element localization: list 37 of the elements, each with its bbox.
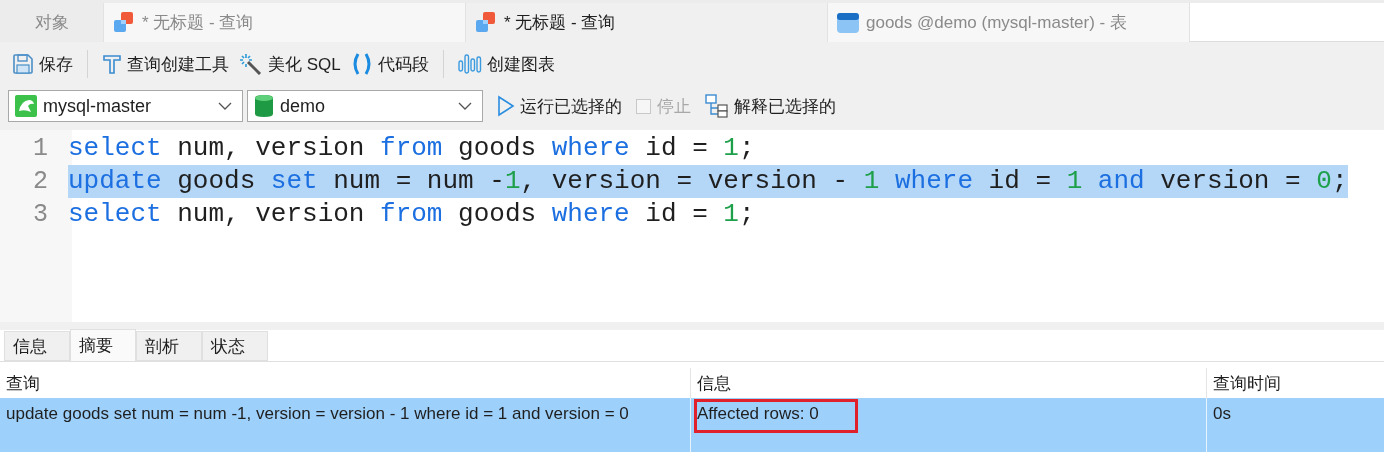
result-tab[interactable]: 信息 <box>4 331 70 361</box>
table-cell: Affected rows: 0 <box>697 402 855 430</box>
result-tab[interactable]: 剖析 <box>136 331 202 361</box>
dolphin-icon <box>15 95 37 117</box>
play-icon <box>497 95 515 117</box>
line-number: 2 <box>32 167 49 196</box>
toolbar-button[interactable]: 查询创建工具 <box>98 49 233 79</box>
explain-button[interactable]: 解释已选择的 <box>701 91 840 121</box>
caret-icon <box>458 102 472 110</box>
bar-chart-icon <box>457 53 482 75</box>
query-icon <box>112 10 136 35</box>
line-number: 1 <box>32 134 49 163</box>
code-line: select num, version from goods where id = 1; <box>68 132 755 165</box>
flowchart-icon <box>705 94 729 118</box>
query-icon <box>474 10 498 35</box>
toolbar-button[interactable]: 代码段 <box>346 49 433 79</box>
code-line: select num, version from goods where id = 1; <box>68 198 755 231</box>
table-cell-text: update goods set num = num -1, version = version - 1 where id = 1 and version = 0 <box>6 403 629 425</box>
toolbar-button[interactable]: 美化 SQL <box>235 49 345 79</box>
toolbar-button[interactable]: 创建图表 <box>453 49 559 79</box>
result-row[interactable]: update goods set num = num -1, version = version - 1 where id = 1 and version = 0 Affected rows: 0 0s <box>0 398 1384 452</box>
result-tab[interactable]: 状态 <box>202 331 268 361</box>
sql-editor[interactable]: 1 select num, version from goods where id = 1; 2 update goods set num = num -1, version = version - 1 where id = 1 and version = 0; 3 select num, version from goods where id = 1; <box>0 130 1384 322</box>
magic-wand-icon <box>239 53 263 75</box>
table-cell-text: 0s <box>1213 403 1231 425</box>
caret-icon <box>218 102 232 110</box>
run-button[interactable]: 运行已选择的 <box>493 91 626 121</box>
document-tab[interactable]: * 无标题 - 查询 <box>466 3 828 42</box>
result-tab[interactable]: 摘要 <box>70 329 136 361</box>
connection-dropdown[interactable]: mysql-master <box>8 90 243 122</box>
line-number: 3 <box>32 200 49 229</box>
table-icon <box>836 10 860 35</box>
database-icon <box>254 94 274 118</box>
column-header: 查询 <box>5 372 41 395</box>
toolbar-button[interactable]: 保存 <box>8 49 77 79</box>
database-dropdown[interactable]: demo <box>247 90 483 122</box>
t-shape-icon <box>102 53 122 75</box>
